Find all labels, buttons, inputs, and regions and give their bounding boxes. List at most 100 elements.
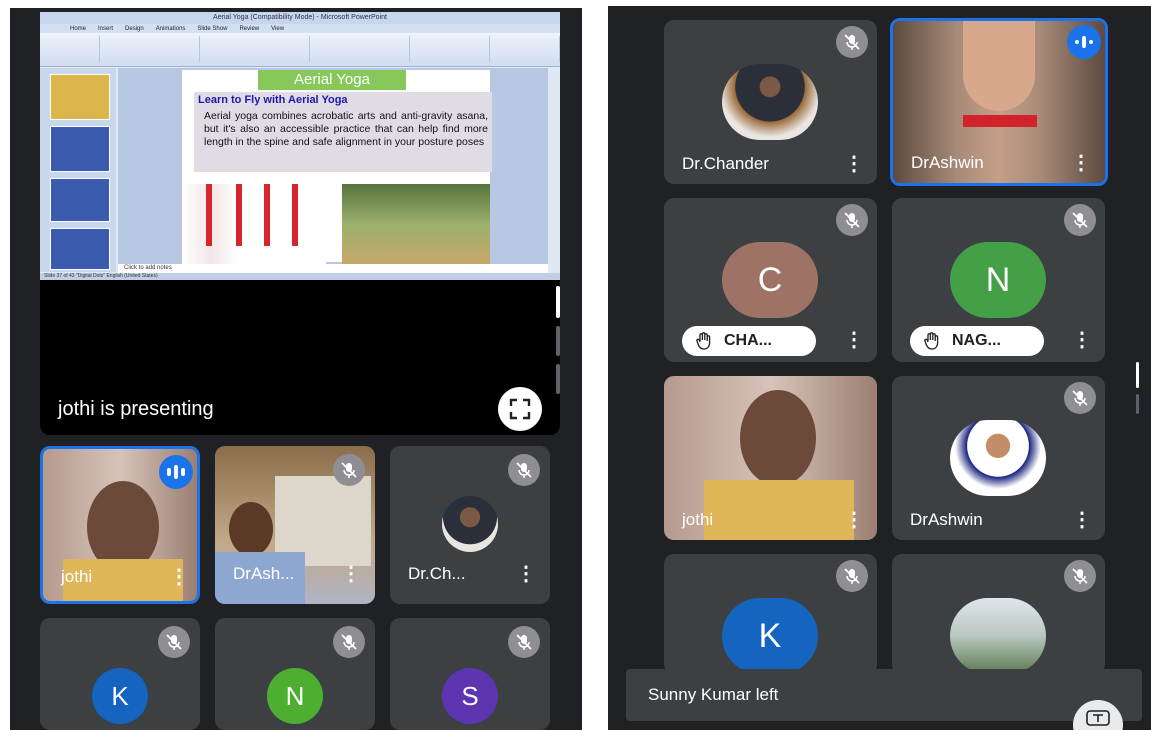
raised-hand-icon bbox=[696, 332, 711, 350]
participant-video-face bbox=[963, 21, 1035, 111]
participant-video-collar bbox=[963, 115, 1037, 127]
participant-video-face bbox=[229, 502, 273, 556]
ppt-tab: Slide Show bbox=[197, 25, 228, 32]
aerial-yoga-photo bbox=[182, 184, 326, 264]
participant-tile-drashwin[interactable]: DrAshwin ⋮ bbox=[892, 376, 1105, 540]
avatar: K bbox=[722, 598, 818, 674]
participant-video-face bbox=[740, 390, 816, 486]
ppt-tab: View bbox=[271, 25, 285, 32]
ribbon-group bbox=[40, 36, 100, 62]
avatar bbox=[442, 496, 498, 552]
ppt-slide-canvas: Aerial Yoga Learn to Fly with Aerial Yog… bbox=[118, 68, 548, 264]
mic-off-icon bbox=[836, 26, 868, 58]
mic-off-icon bbox=[1064, 204, 1096, 236]
slide-title: Aerial Yoga bbox=[258, 70, 406, 90]
ppt-tab: Insert bbox=[98, 25, 114, 32]
more-options-button[interactable]: ⋮ bbox=[516, 564, 536, 584]
ppt-tab: Design bbox=[125, 25, 144, 32]
avatar bbox=[950, 420, 1046, 496]
left-meeting-view: Aerial Yoga (Compatibility Mode) - Micro… bbox=[10, 8, 582, 730]
speaking-indicator-icon bbox=[159, 455, 193, 489]
more-options-button[interactable]: ⋮ bbox=[341, 564, 361, 584]
participant-tile-jothi[interactable]: jothi ⋮ bbox=[664, 376, 877, 540]
participant-name: Dr.Ch... bbox=[408, 564, 466, 583]
mic-off-icon bbox=[333, 626, 365, 658]
participant-name: NAG... bbox=[952, 332, 1001, 349]
more-options-button[interactable]: ⋮ bbox=[1072, 510, 1092, 530]
slide-thumbnail bbox=[50, 228, 110, 270]
participant-tile-drch[interactable]: Dr.Ch... ⋮ bbox=[390, 446, 550, 604]
scroll-indicator[interactable] bbox=[1136, 394, 1139, 414]
mic-off-icon bbox=[158, 626, 190, 658]
ribbon-group bbox=[490, 36, 560, 62]
ribbon-group bbox=[310, 36, 410, 62]
presentation-stage[interactable]: Aerial Yoga (Compatibility Mode) - Micro… bbox=[40, 12, 560, 435]
participant-name: DrAshwin bbox=[911, 153, 984, 172]
ppt-slide-thumbnails bbox=[40, 68, 116, 272]
slide: Aerial Yoga Learn to Fly with Aerial Yog… bbox=[182, 70, 492, 264]
raised-hand-badge: NAG... bbox=[910, 326, 1044, 356]
participant-tile-jothi[interactable]: jothi ⋮ bbox=[40, 446, 200, 604]
right-meeting-view: Dr.Chander ⋮ DrAshwin ⋮ C CHA... ⋮ N NAG… bbox=[608, 6, 1151, 730]
shared-screen-powerpoint: Aerial Yoga (Compatibility Mode) - Micro… bbox=[40, 12, 560, 280]
slide-thumbnail bbox=[50, 74, 110, 120]
participant-name: jothi bbox=[61, 567, 93, 586]
mic-off-icon bbox=[1064, 560, 1096, 592]
ppt-tab: Review bbox=[239, 25, 260, 32]
participant-tile-drash[interactable]: DrAsh... ⋮ bbox=[215, 446, 375, 604]
scroll-indicator[interactable] bbox=[556, 286, 560, 318]
participant-tile-cha[interactable]: C CHA... ⋮ bbox=[664, 198, 877, 362]
more-options-button[interactable]: ⋮ bbox=[1071, 153, 1091, 173]
avatar: C bbox=[722, 242, 818, 318]
participant-tile-n[interactable]: N bbox=[215, 618, 375, 730]
ribbon-group bbox=[200, 36, 310, 62]
more-options-button[interactable]: ⋮ bbox=[844, 330, 864, 350]
speaking-indicator-icon bbox=[1067, 25, 1101, 59]
participant-name: DrAsh... bbox=[233, 564, 295, 583]
ppt-notes-field: Click to add notes bbox=[118, 264, 548, 273]
scroll-indicator[interactable] bbox=[556, 364, 560, 394]
more-options-button[interactable]: ⋮ bbox=[844, 154, 864, 174]
participant-tile-drashwin-video[interactable]: DrAshwin ⋮ bbox=[890, 18, 1108, 186]
participant-left-toast: Sunny Kumar left bbox=[626, 669, 1142, 721]
ribbon-group bbox=[100, 36, 200, 62]
mic-off-icon bbox=[836, 204, 868, 236]
participant-tile-k[interactable]: K bbox=[664, 554, 877, 674]
slide-subtitle: Learn to Fly with Aerial Yoga bbox=[198, 94, 348, 106]
participant-tile-nag[interactable]: N NAG... ⋮ bbox=[892, 198, 1105, 362]
ppt-tab: Home bbox=[70, 25, 87, 32]
ppt-ribbon-tabs: Home Insert Design Animations Slide Show… bbox=[40, 24, 560, 33]
avatar bbox=[950, 598, 1046, 674]
avatar: N bbox=[267, 668, 323, 724]
participant-name: DrAshwin bbox=[910, 510, 983, 529]
raised-hand-icon bbox=[924, 332, 939, 350]
slide-thumbnail bbox=[50, 178, 110, 222]
slide-text-box: Learn to Fly with Aerial Yoga Aerial yog… bbox=[194, 92, 492, 172]
more-options-button[interactable]: ⋮ bbox=[169, 567, 189, 587]
participant-name: Dr.Chander bbox=[682, 154, 769, 173]
mic-off-icon bbox=[836, 560, 868, 592]
more-options-button[interactable]: ⋮ bbox=[1072, 330, 1092, 350]
avatar bbox=[722, 64, 818, 140]
avatar: N bbox=[950, 242, 1046, 318]
presenting-label: jothi is presenting bbox=[58, 398, 214, 420]
more-options-button[interactable]: ⋮ bbox=[844, 510, 864, 530]
fullscreen-icon bbox=[509, 398, 531, 420]
participant-tile-k[interactable]: K bbox=[40, 618, 200, 730]
ppt-status-bar: Slide 37 of 43 "Digital Dots" English (U… bbox=[40, 273, 560, 280]
participant-tile-photo[interactable] bbox=[892, 554, 1105, 674]
avatar: K bbox=[92, 668, 148, 724]
slide-body: Aerial yoga combines acrobatic arts and … bbox=[204, 110, 488, 148]
participant-tile-s[interactable]: S bbox=[390, 618, 550, 730]
scroll-indicator[interactable] bbox=[556, 326, 560, 356]
captions-icon bbox=[1086, 710, 1110, 726]
participant-name: CHA... bbox=[724, 332, 772, 349]
slide-thumbnail bbox=[50, 126, 110, 172]
participant-name: jothi bbox=[682, 510, 714, 529]
participant-tile-dr-chander[interactable]: Dr.Chander ⋮ bbox=[664, 20, 877, 184]
mic-off-icon bbox=[1064, 382, 1096, 414]
scroll-indicator[interactable] bbox=[1136, 362, 1139, 388]
ribbon-group bbox=[410, 36, 490, 62]
ppt-tab: Animations bbox=[155, 25, 186, 32]
fullscreen-button[interactable] bbox=[498, 387, 542, 431]
